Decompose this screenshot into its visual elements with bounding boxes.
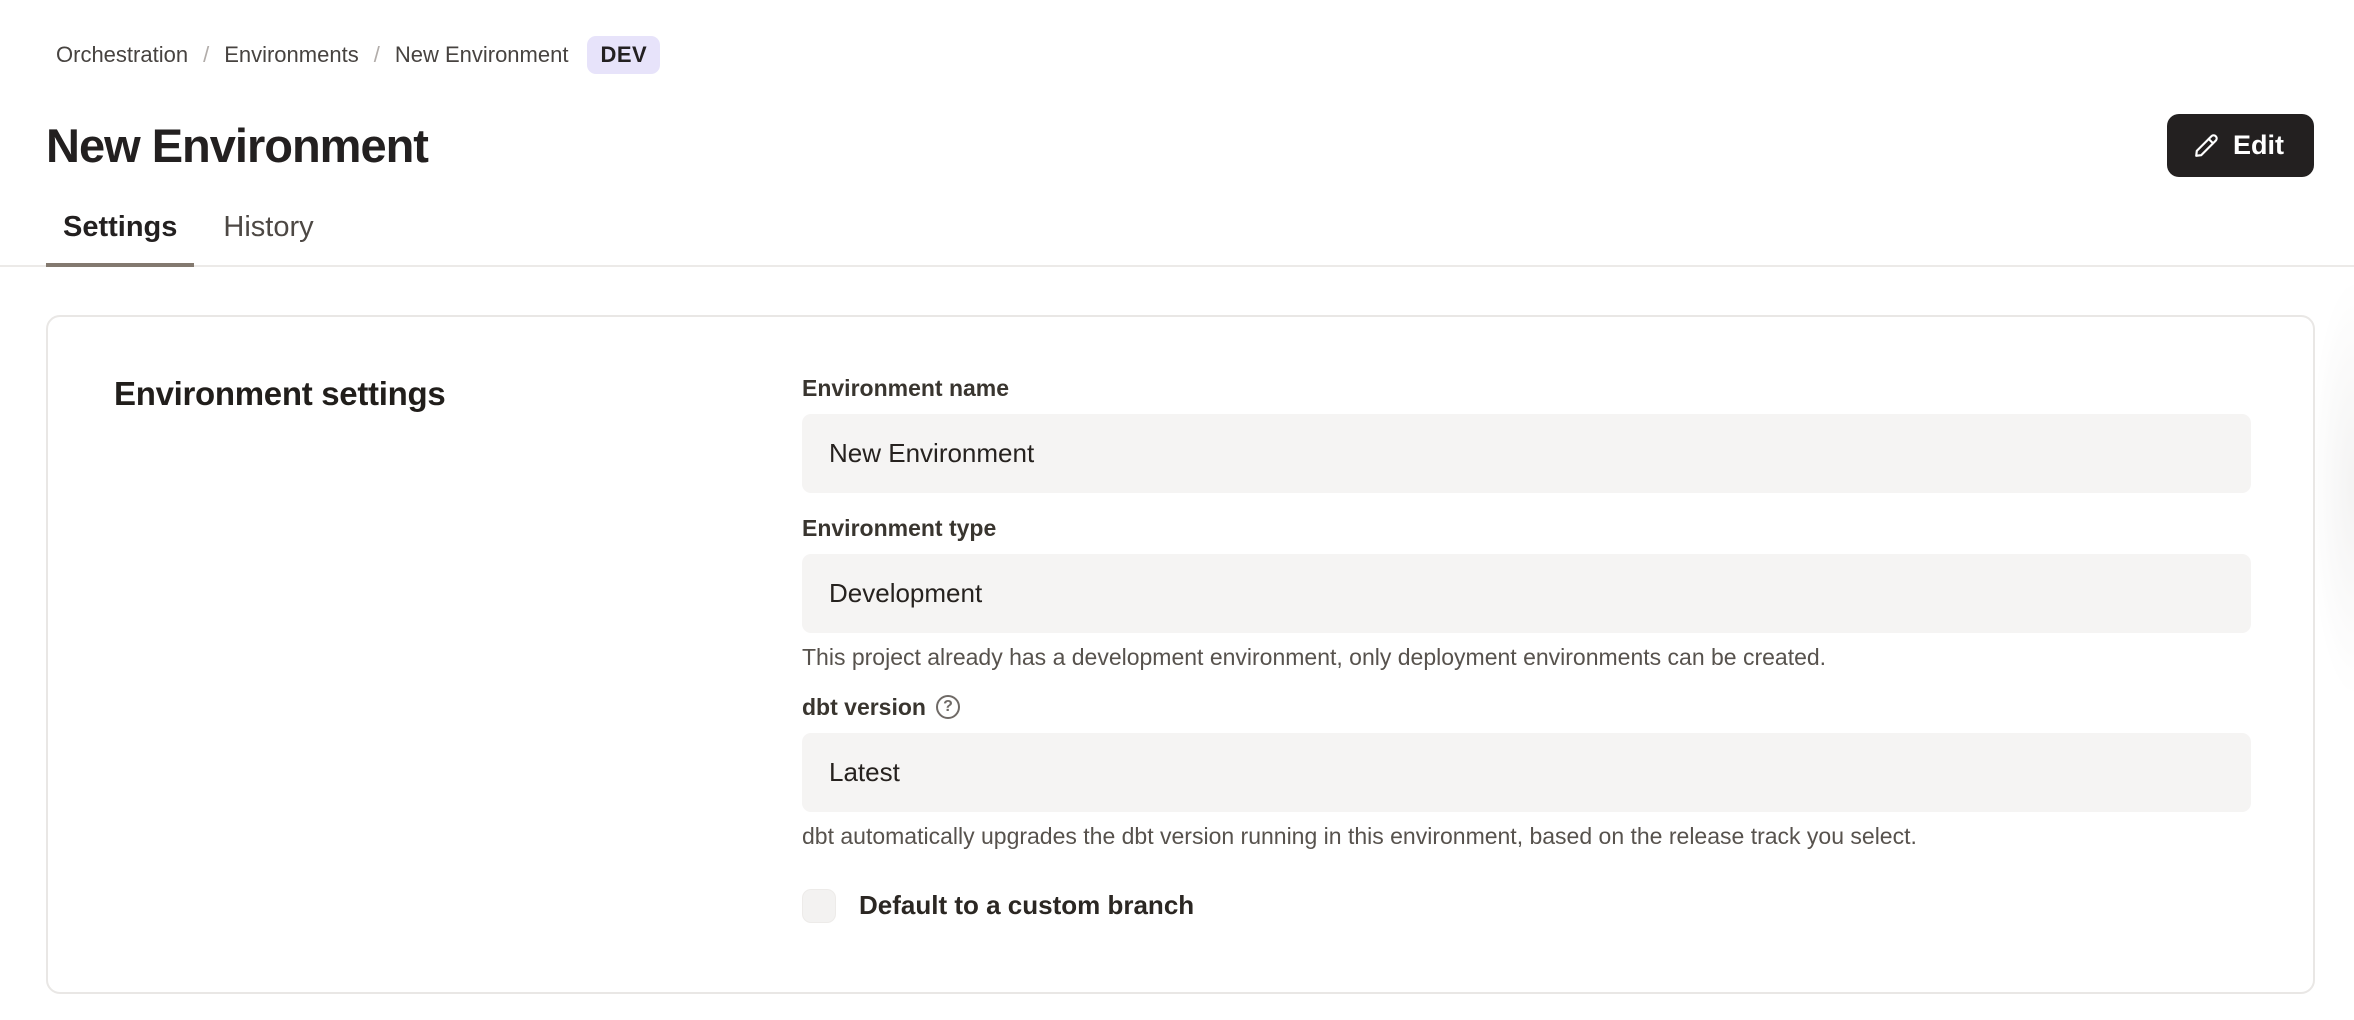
environment-type-group: Environment type This project already ha… [802, 515, 2251, 672]
tab-settings[interactable]: Settings [46, 203, 194, 267]
edit-button[interactable]: Edit [2167, 114, 2314, 177]
question-circle-icon[interactable]: ? [936, 695, 960, 719]
custom-branch-row: Default to a custom branch [802, 889, 2251, 923]
page-title: New Environment [46, 118, 428, 173]
environment-name-input[interactable] [802, 414, 2251, 493]
environment-name-label-text: Environment name [802, 375, 1009, 402]
breadcrumb-separator: / [203, 42, 209, 68]
environment-type-label-text: Environment type [802, 515, 996, 542]
environment-type-label: Environment type [802, 515, 2251, 542]
environment-name-group: Environment name [802, 375, 2251, 493]
custom-branch-label: Default to a custom branch [859, 890, 1194, 921]
edit-button-label: Edit [2233, 130, 2284, 161]
breadcrumb-separator: / [374, 42, 380, 68]
dbt-version-group: dbt version ? dbt automatically upgrades… [802, 694, 2251, 851]
dbt-version-label: dbt version ? [802, 694, 2251, 721]
settings-form: Environment name Environment type This p… [802, 375, 2251, 923]
environment-settings-card: Environment settings Environment name En… [46, 315, 2315, 994]
environment-settings-page: Orchestration / Environments / New Envir… [0, 36, 2354, 1020]
breadcrumb: Orchestration / Environments / New Envir… [56, 36, 2354, 74]
breadcrumb-orchestration[interactable]: Orchestration [56, 42, 188, 68]
page-header: New Environment Edit [46, 114, 2314, 177]
custom-branch-checkbox[interactable] [802, 889, 836, 923]
breadcrumb-new-environment[interactable]: New Environment [395, 42, 569, 68]
environment-type-input[interactable] [802, 554, 2251, 633]
tabs: Settings History [46, 203, 2354, 265]
pencil-icon [2193, 133, 2219, 159]
dev-badge: DEV [587, 36, 660, 74]
breadcrumb-environments[interactable]: Environments [224, 42, 359, 68]
card-heading: Environment settings [114, 375, 445, 413]
tabs-strip: Settings History [0, 203, 2354, 267]
dbt-version-input[interactable] [802, 733, 2251, 812]
tab-history[interactable]: History [206, 203, 330, 267]
environment-name-label: Environment name [802, 375, 2251, 402]
dbt-version-help-text: dbt automatically upgrades the dbt versi… [802, 822, 2251, 851]
environment-type-help-text: This project already has a development e… [802, 643, 2251, 672]
dbt-version-label-text: dbt version [802, 694, 926, 721]
